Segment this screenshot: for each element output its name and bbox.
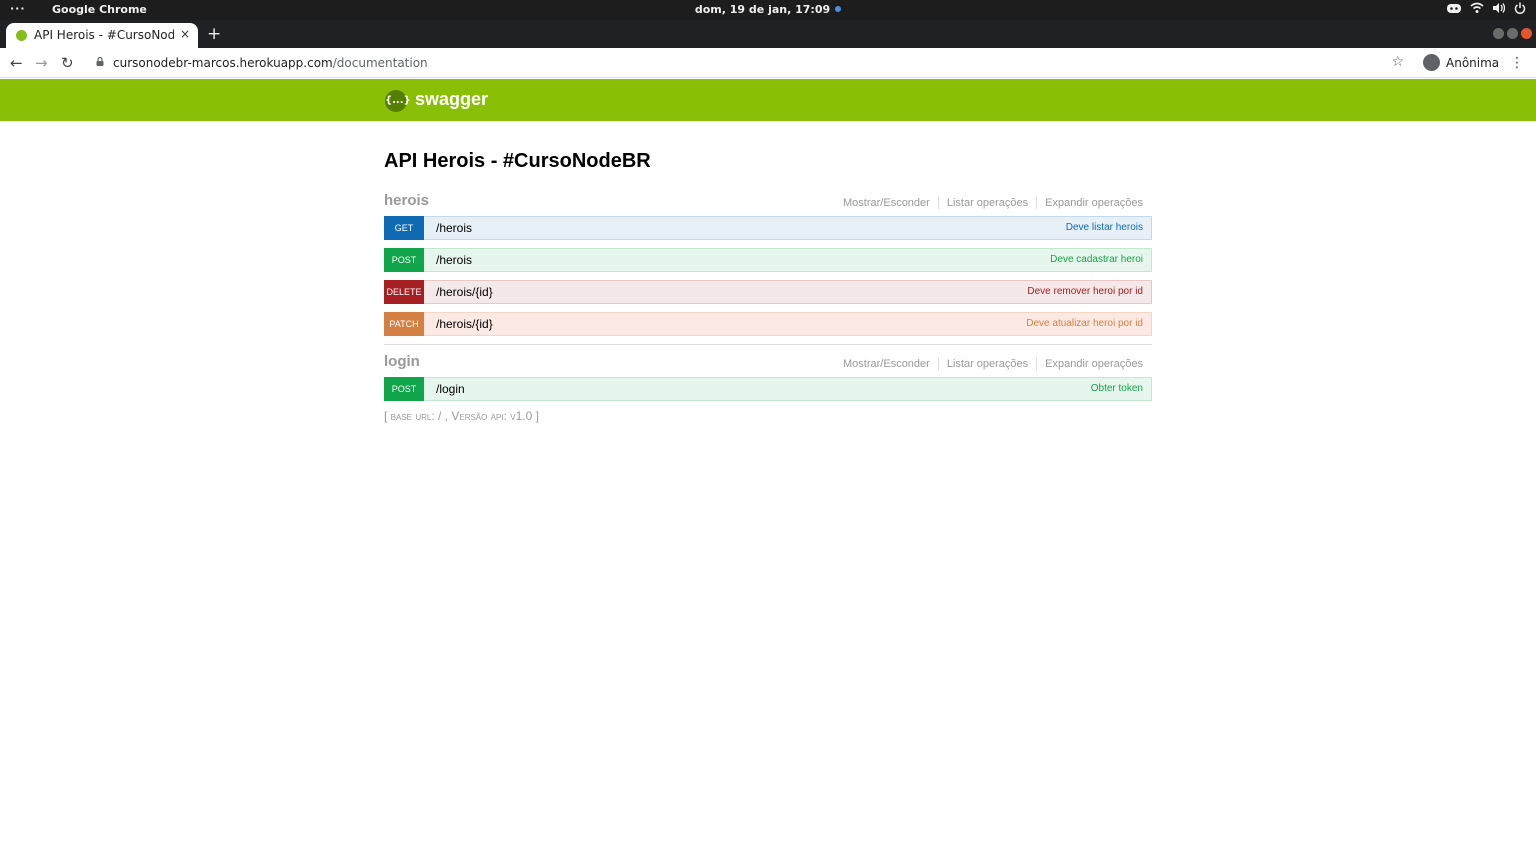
show-hide-link[interactable]: Mostrar/Esconder: [835, 197, 939, 209]
profile-name: Anônima: [1446, 56, 1500, 70]
wifi-icon[interactable]: [1470, 2, 1484, 17]
forward-arrow-icon[interactable]: →: [35, 54, 48, 72]
clock[interactable]: dom, 19 de jan, 17:09: [0, 3, 1536, 16]
operation-path[interactable]: /login: [436, 382, 465, 396]
operation-path[interactable]: /herois/{id}: [436, 285, 493, 299]
window-controls: [1493, 28, 1532, 39]
tab-title: API Herois - #CursoNodeBR: [34, 28, 174, 42]
resource-group-herois: herois Mostrar/Esconder Listar operações…: [384, 188, 1152, 336]
expand-operations-link[interactable]: Expandir operações: [1037, 358, 1143, 370]
group-name-link[interactable]: herois: [384, 192, 429, 209]
url-path: /documentation: [332, 56, 428, 70]
group-header: login Mostrar/Esconder Listar operações …: [384, 349, 1152, 377]
method-badge[interactable]: PATCH: [384, 312, 424, 336]
operation-patch-heroi[interactable]: PATCH /herois/{id} Deve atualizar heroi …: [384, 312, 1152, 336]
list-operations-link[interactable]: Listar operações: [939, 358, 1038, 370]
operation-summary[interactable]: Obter token: [1091, 383, 1143, 394]
swagger-logo-icon[interactable]: {...}: [385, 90, 411, 112]
operation-summary[interactable]: Deve listar herois: [1066, 222, 1143, 233]
maximize-icon[interactable]: [1507, 28, 1518, 39]
operation-post-login[interactable]: POST /login Obter token: [384, 377, 1152, 401]
lock-icon[interactable]: [96, 55, 104, 66]
method-badge[interactable]: POST: [384, 377, 424, 401]
kebab-menu-icon[interactable]: ⋮: [1510, 55, 1524, 71]
method-badge[interactable]: GET: [384, 216, 424, 240]
group-divider: [384, 344, 1152, 345]
group-name-link[interactable]: login: [384, 353, 420, 370]
minimize-icon[interactable]: [1493, 28, 1504, 39]
method-badge[interactable]: POST: [384, 248, 424, 272]
group-links: Mostrar/Esconder Listar operações Expand…: [835, 197, 1143, 209]
show-hide-link[interactable]: Mostrar/Esconder: [835, 358, 939, 370]
browser-tab[interactable]: API Herois - #CursoNodeBR ×: [6, 23, 198, 48]
operation-get-herois[interactable]: GET /herois Deve listar herois: [384, 216, 1152, 240]
url-host: cursonodebr-marcos.herokuapp.com: [113, 56, 333, 70]
power-icon[interactable]: [1514, 2, 1526, 17]
new-tab-button[interactable]: +: [207, 24, 221, 44]
api-info-footer: [ base url: / , Versão api: v1.0 ]: [384, 409, 539, 423]
tab-close-icon[interactable]: ×: [180, 27, 190, 41]
clock-text: dom, 19 de jan, 17:09: [694, 3, 831, 16]
operation-path[interactable]: /herois/{id}: [436, 317, 493, 331]
method-badge[interactable]: DELETE: [384, 280, 424, 304]
address-bar[interactable]: cursonodebr-marcos.herokuapp.com/documen…: [88, 52, 1416, 74]
operation-path[interactable]: /herois: [436, 253, 472, 267]
back-arrow-icon[interactable]: ←: [10, 54, 23, 72]
discord-icon[interactable]: [1446, 2, 1462, 17]
operation-summary[interactable]: Deve cadastrar heroi: [1050, 254, 1143, 265]
url-text: cursonodebr-marcos.herokuapp.com/documen…: [113, 56, 428, 70]
operation-summary[interactable]: Deve remover heroi por id: [1027, 286, 1143, 297]
group-header: herois Mostrar/Esconder Listar operações…: [384, 188, 1152, 216]
incognito-icon: [1423, 54, 1440, 71]
volume-icon[interactable]: [1492, 2, 1506, 17]
expand-operations-link[interactable]: Expandir operações: [1037, 197, 1143, 209]
swagger-header: {...} swagger: [0, 79, 1536, 121]
reload-icon[interactable]: ↻: [61, 54, 74, 72]
navigation-bar: ← → ↻ cursonodebr-marcos.herokuapp.com/d…: [0, 48, 1536, 78]
system-tray[interactable]: [1446, 2, 1526, 17]
swagger-favicon-icon: [16, 30, 27, 41]
group-links: Mostrar/Esconder Listar operações Expand…: [835, 358, 1143, 370]
operation-delete-heroi[interactable]: DELETE /herois/{id} Deve remover heroi p…: [384, 280, 1152, 304]
close-window-icon[interactable]: [1521, 28, 1532, 39]
swagger-logo-text[interactable]: swagger: [415, 89, 488, 110]
tab-strip: API Herois - #CursoNodeBR ×: [0, 20, 1536, 48]
system-top-bar: ··· Google Chrome dom, 19 de jan, 17:09: [0, 0, 1536, 20]
api-documentation: API Herois - #CursoNodeBR herois Mostrar…: [384, 150, 1152, 423]
operation-path[interactable]: /herois: [436, 221, 472, 235]
resource-group-login: login Mostrar/Esconder Listar operações …: [384, 349, 1152, 401]
notification-dot: [835, 6, 842, 12]
api-title: API Herois - #CursoNodeBR: [384, 150, 651, 172]
operation-summary[interactable]: Deve atualizar heroi por id: [1026, 318, 1143, 329]
operation-post-herois[interactable]: POST /herois Deve cadastrar heroi: [384, 248, 1152, 272]
list-operations-link[interactable]: Listar operações: [939, 197, 1038, 209]
bookmark-star-icon[interactable]: ☆: [1391, 54, 1404, 70]
